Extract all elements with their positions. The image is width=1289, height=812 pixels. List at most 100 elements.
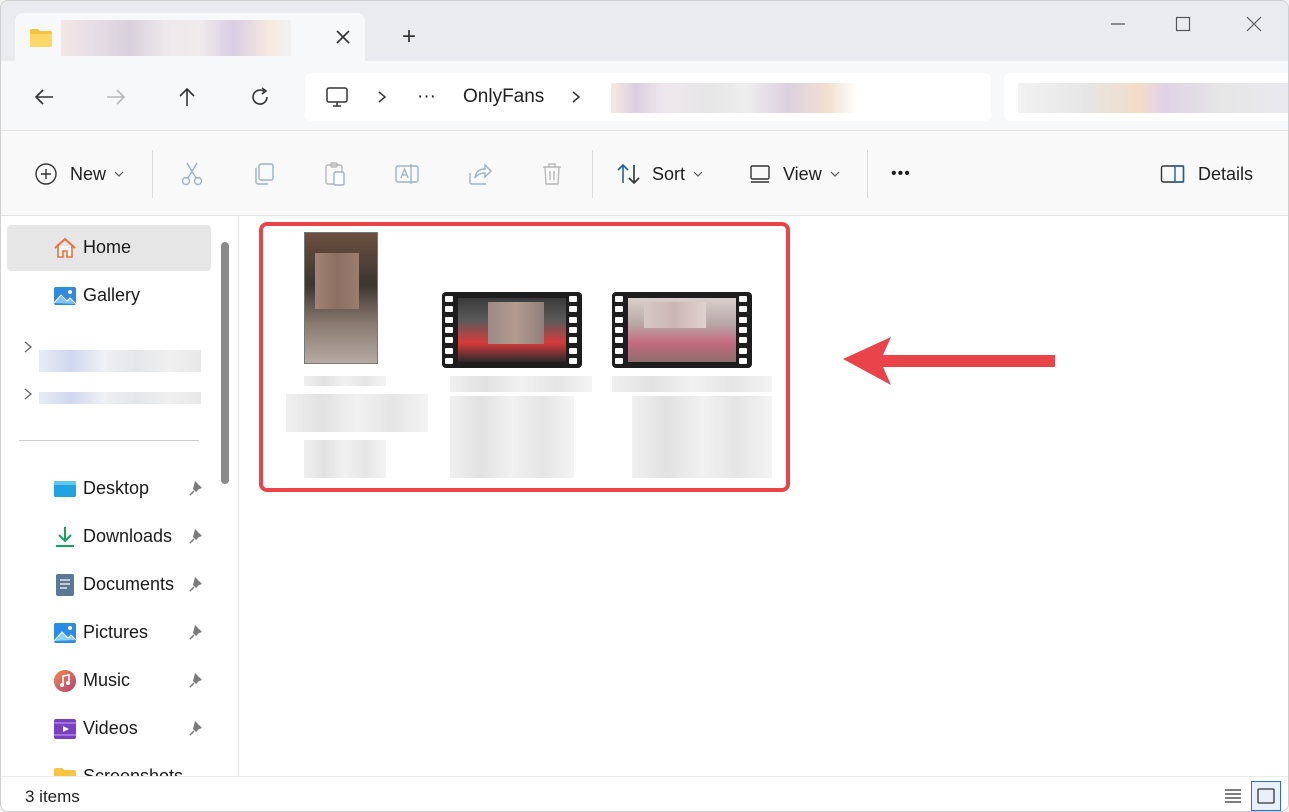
home-icon <box>54 237 76 258</box>
address-bar[interactable]: ··· OnlyFans <box>305 73 991 121</box>
videos-icon <box>54 719 76 739</box>
folder-icon <box>30 29 52 47</box>
sidebar-item-gallery[interactable]: Gallery <box>7 273 211 319</box>
details-view-toggle[interactable] <box>1218 781 1248 811</box>
file-item[interactable] <box>612 228 774 478</box>
sidebar-scroll-thumb[interactable] <box>221 242 229 484</box>
pin-icon[interactable] <box>189 480 205 496</box>
redaction-block <box>315 253 359 309</box>
navigation-bar: ··· OnlyFans <box>1 61 1288 131</box>
breadcrumb-onlyfans[interactable]: OnlyFans <box>463 73 544 121</box>
rename-button[interactable] <box>393 160 421 188</box>
breadcrumb-overflow[interactable]: ··· <box>417 73 436 121</box>
view-button[interactable]: View <box>749 156 840 192</box>
refresh-button[interactable] <box>242 79 278 115</box>
see-more-button[interactable]: ••• <box>891 156 911 192</box>
file-name-redacted <box>632 396 772 478</box>
search-box-redacted <box>1018 83 1288 113</box>
command-separator <box>867 150 868 198</box>
screenshots-icon <box>54 768 76 776</box>
chevron-right-icon[interactable] <box>21 340 35 354</box>
paste-icon <box>325 162 345 186</box>
sort-button-label: Sort <box>652 163 686 184</box>
list-view-icon <box>1225 789 1241 803</box>
pin-icon[interactable] <box>189 528 205 544</box>
sidebar-item-videos[interactable]: Videos <box>7 706 211 752</box>
close-tab-icon[interactable] <box>333 27 353 47</box>
large-icons-view-toggle[interactable] <box>1251 781 1281 811</box>
video-frame <box>628 298 736 362</box>
up-arrow-icon <box>179 87 195 106</box>
sidebar-item-label: Music <box>83 670 131 690</box>
sidebar-item-label: Pictures <box>83 622 149 642</box>
details-pane-icon <box>1160 165 1185 183</box>
delete-button[interactable] <box>538 160 566 188</box>
sidebar-item-music[interactable]: Music <box>7 658 211 704</box>
details-pane-button[interactable]: Details <box>1160 156 1253 192</box>
file-item[interactable] <box>442 228 602 478</box>
sidebar-item-home[interactable]: Home <box>7 225 211 271</box>
sort-icon <box>617 163 640 185</box>
sidebar-item-downloads[interactable]: Downloads <box>7 514 211 560</box>
sort-button[interactable]: Sort <box>616 156 703 192</box>
pin-icon[interactable] <box>189 720 205 736</box>
pin-icon[interactable] <box>189 624 205 640</box>
file-list-area[interactable] <box>240 216 1288 776</box>
sidebar-item-documents[interactable]: Documents <box>7 562 211 608</box>
documents-icon <box>56 574 74 596</box>
chevron-right-icon[interactable] <box>21 387 35 401</box>
file-item[interactable] <box>284 228 434 478</box>
view-icon <box>750 165 770 183</box>
sidebar-item-screenshots[interactable]: Screenshots <box>7 754 211 776</box>
chevron-right-icon <box>378 91 387 103</box>
search-box[interactable] <box>1004 73 1288 121</box>
file-name-redacted <box>286 394 428 432</box>
sidebar-item-redacted[interactable] <box>39 392 201 404</box>
sidebar-item-redacted[interactable] <box>39 350 201 372</box>
video-thumbnail <box>612 292 752 368</box>
pin-icon[interactable] <box>189 672 205 688</box>
chevron-down-icon <box>830 171 840 177</box>
breadcrumb-current-redacted[interactable] <box>611 83 857 113</box>
up-button[interactable] <box>169 79 205 115</box>
new-tab-button[interactable]: + <box>395 23 423 51</box>
minimize-button[interactable] <box>1098 11 1138 37</box>
close-window-button[interactable] <box>1234 11 1274 37</box>
file-name-redacted <box>450 376 592 392</box>
share-button[interactable] <box>466 160 494 188</box>
scissors-icon <box>181 162 203 186</box>
folder-tab[interactable] <box>15 13 365 61</box>
command-separator <box>592 150 593 198</box>
chevron-right-icon <box>572 91 581 103</box>
pin-icon[interactable] <box>189 576 205 592</box>
chevron-down-icon <box>693 171 703 177</box>
back-button[interactable] <box>26 79 62 115</box>
command-separator <box>152 150 153 198</box>
breadcrumb-separator[interactable] <box>375 73 389 121</box>
new-button-label: New <box>70 163 107 184</box>
video-frame <box>458 298 566 362</box>
forward-button[interactable] <box>98 79 134 115</box>
redaction-block <box>488 302 544 344</box>
file-explorer-window: + ··· OnlyFans New Sort View ••• Details… <box>0 0 1289 812</box>
view-button-label: View <box>783 163 822 184</box>
maximize-button[interactable] <box>1163 11 1203 37</box>
cut-button[interactable] <box>178 160 206 188</box>
sidebar-item-desktop[interactable]: Desktop <box>7 466 211 512</box>
refresh-icon <box>252 87 268 105</box>
tab-title-redacted <box>61 20 291 56</box>
share-icon <box>469 163 492 185</box>
paste-button[interactable] <box>321 160 349 188</box>
forward-arrow-icon <box>107 89 126 105</box>
breadcrumb-separator[interactable] <box>569 73 583 121</box>
chevron-down-icon <box>114 171 124 177</box>
this-pc-crumb[interactable] <box>325 73 349 121</box>
sidebar-item-pictures[interactable]: Pictures <box>7 610 211 656</box>
monitor-icon <box>326 87 348 107</box>
new-button[interactable]: New <box>34 156 124 192</box>
copy-icon <box>255 163 274 185</box>
trash-icon <box>543 163 561 185</box>
copy-button[interactable] <box>250 160 278 188</box>
redaction-block <box>644 302 706 328</box>
sidebar-item-label: Gallery <box>83 285 141 305</box>
